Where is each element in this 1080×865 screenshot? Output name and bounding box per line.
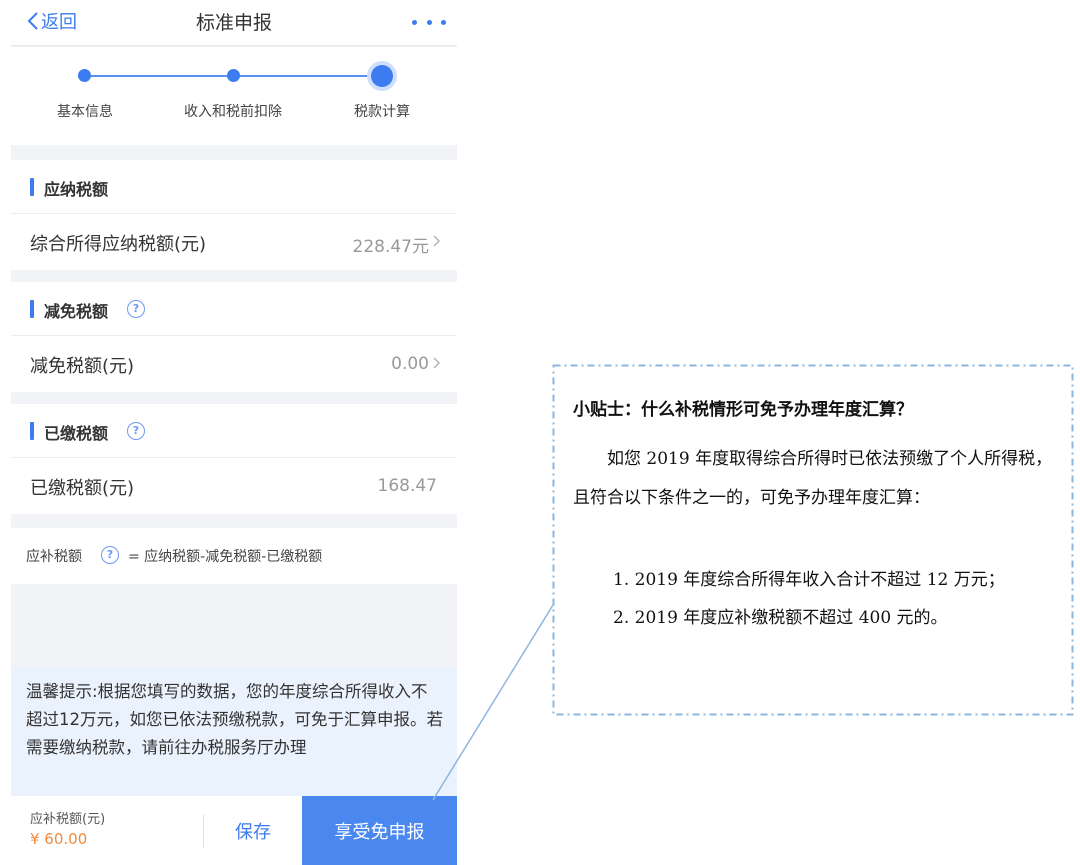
row-payable-tax[interactable]: 综合所得应纳税额(元) 228.47元 — [11, 214, 457, 270]
section-header-reduction: 减免税额 ? — [11, 282, 457, 336]
section-title-payable: 应纳税额 — [44, 180, 109, 199]
step-label-basic-info: 基本信息 — [57, 104, 113, 120]
section-title-reduction: 减免税额 — [44, 302, 109, 321]
row-value-paid-tax: 168.47 — [377, 476, 437, 496]
step-dot-tax-calc — [371, 65, 393, 87]
section-header-paid: 已缴税额 ? — [11, 404, 457, 458]
chevron-right-icon — [433, 357, 441, 369]
footer-bar: 应补税额(元) ¥ 60.00 保存 享受免申报 — [11, 796, 457, 865]
section-title-paid: 已缴税额 — [44, 424, 109, 443]
row-value-payable-tax: 228.47元 — [352, 237, 429, 257]
row-reduction-tax[interactable]: 减免税额(元) 0.00 — [11, 336, 457, 392]
callout-item: 1. 2019 年度综合所得年收入合计不超过 12 万元； — [613, 570, 1005, 590]
footer-label: 应补税额(元) — [30, 812, 106, 827]
step-connector — [233, 75, 381, 77]
row-paid-tax: 已缴税额(元) 168.47 — [11, 458, 457, 514]
section-accent-bar — [30, 178, 34, 196]
callout-title: 小贴士：什么补税情形可免予办理年度汇算？ — [573, 400, 913, 420]
row-label-payable-tax: 综合所得应纳税额(元) — [30, 234, 207, 255]
step-dot-income — [227, 69, 240, 82]
section-accent-bar — [30, 422, 34, 440]
row-label-reduction-tax: 减免税额(元) — [30, 356, 135, 377]
step-connector — [85, 75, 233, 77]
phone-screen: 返回 标准申报 基本信息 收入和税前扣除 税款计算 应纳税额 综合所得应纳税额(… — [11, 0, 457, 865]
question-circle-icon[interactable]: ? — [127, 422, 145, 440]
question-circle-icon[interactable]: ? — [101, 546, 119, 564]
tip-callout: 小贴士：什么补税情形可免予办理年度汇算？ 如您 2019 年度取得综合所得时已依… — [553, 365, 1073, 715]
save-button[interactable]: 保存 — [204, 796, 302, 865]
nav-bar: 返回 标准申报 — [11, 0, 457, 46]
more-dots-icon[interactable] — [412, 12, 446, 32]
row-value-reduction-tax: 0.00 — [391, 354, 429, 374]
section-header-payable: 应纳税额 — [11, 160, 457, 214]
callout-body: 如您 2019 年度取得综合所得时已依法预缴了个人所得税，且符合以下条件之一的，… — [573, 449, 1053, 508]
enjoy-exemption-button[interactable]: 享受免申报 — [302, 796, 457, 865]
formula-row: 应补税额 ? = 应纳税额-减免税额-已缴税额 — [11, 528, 457, 584]
chevron-right-icon — [433, 235, 441, 247]
progress-steps: 基本信息 收入和税前扣除 税款计算 — [11, 47, 457, 145]
page-title: 标准申报 — [195, 12, 272, 34]
question-circle-icon[interactable]: ? — [127, 300, 145, 318]
step-label-tax-calc: 税款计算 — [354, 104, 410, 120]
formula-text: = 应纳税额-减免税额-已缴税额 — [128, 549, 323, 565]
step-dot-basic-info — [78, 69, 91, 82]
footer-amount: ¥ 60.00 — [30, 830, 88, 848]
section-accent-bar — [30, 300, 34, 318]
callout-item: 2. 2019 年度应补缴税额不超过 400 元的。 — [613, 608, 948, 628]
formula-label: 应补税额 — [26, 549, 82, 565]
row-label-paid-tax: 已缴税额(元) — [30, 478, 135, 499]
warm-tip: 温馨提示:根据您填写的数据，您的年度综合所得收入不超过12万元，如您已依法预缴税… — [11, 668, 457, 796]
step-label-income: 收入和税前扣除 — [184, 104, 282, 120]
